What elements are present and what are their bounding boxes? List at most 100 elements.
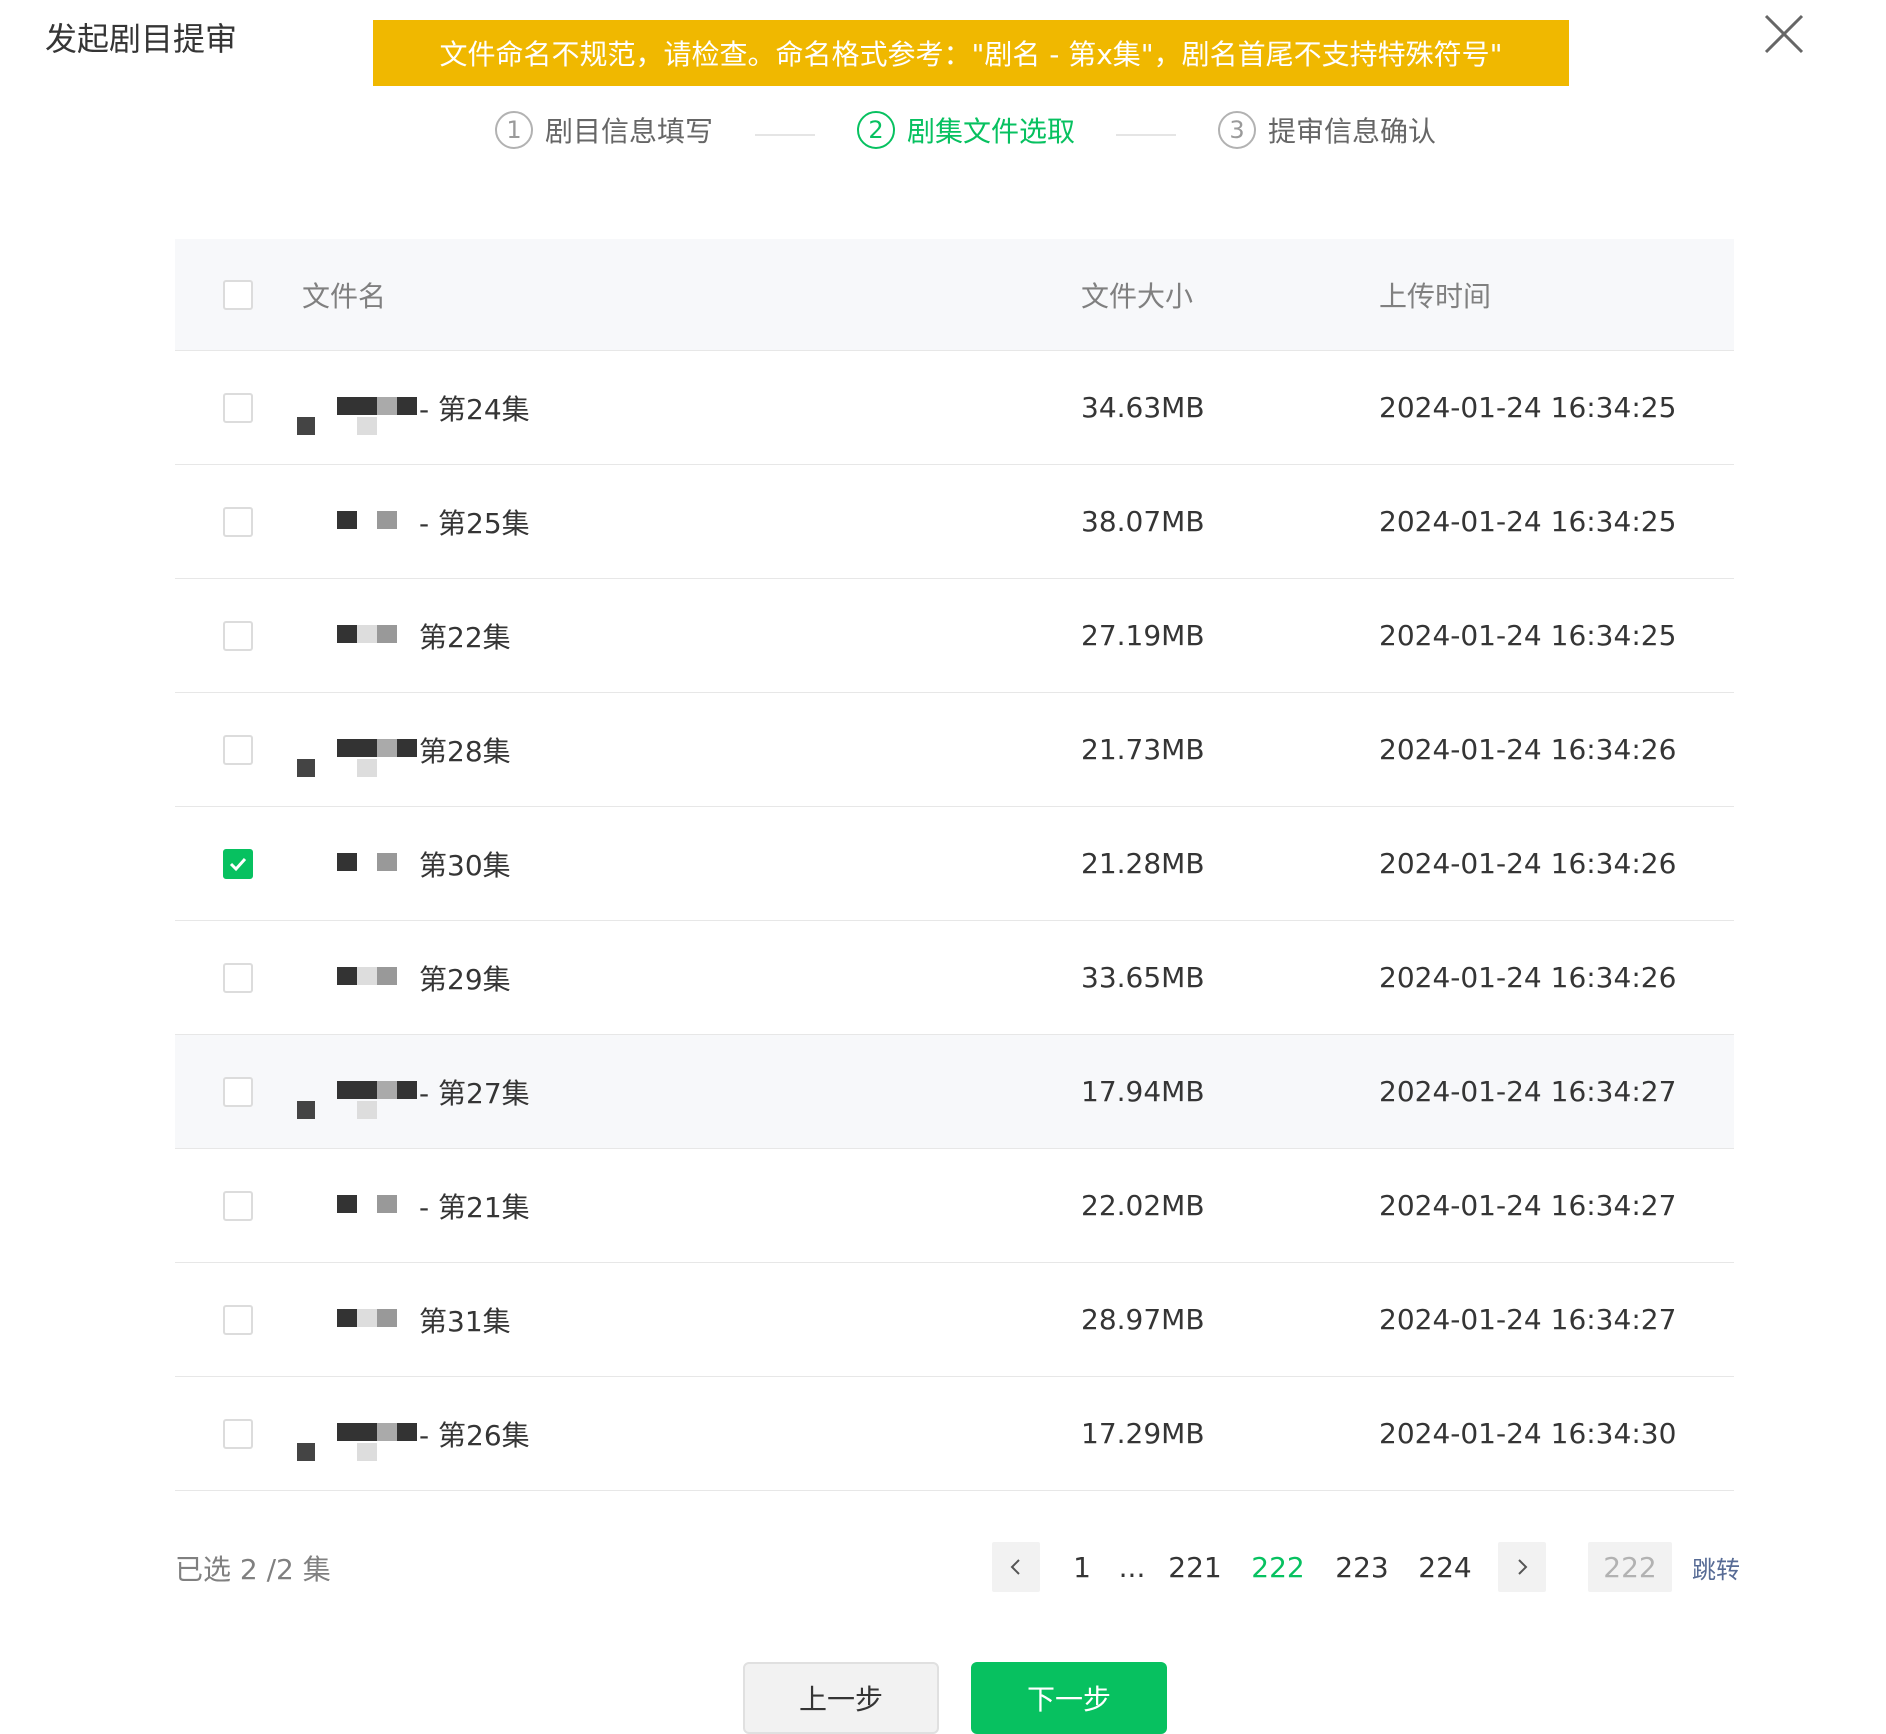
table-row[interactable]: 第22集 27.19MB 2024-01-24 16:34:25: [175, 579, 1734, 693]
file-name: - 第21集: [297, 1149, 530, 1262]
file-size: 17.29MB: [1081, 1417, 1205, 1450]
dialog-title: 发起剧目提审: [45, 20, 238, 58]
file-name: - 第27集: [297, 1035, 530, 1148]
file-size: 38.07MB: [1081, 505, 1205, 538]
select-all-checkbox[interactable]: [223, 279, 253, 310]
step-1-number: 1: [495, 111, 533, 149]
file-name: - 第24集: [297, 351, 530, 464]
prev-step-button[interactable]: 上一步: [743, 1662, 939, 1734]
episode-label: - 第25集: [419, 506, 530, 540]
upload-time: 2024-01-24 16:34:26: [1379, 733, 1677, 766]
file-size: 21.73MB: [1081, 733, 1205, 766]
table-row[interactable]: - 第21集 22.02MB 2024-01-24 16:34:27: [175, 1149, 1734, 1263]
header-filename: 文件名: [302, 279, 387, 313]
row-checkbox[interactable]: [223, 848, 253, 879]
page-221[interactable]: 221: [1165, 1542, 1225, 1592]
table-row[interactable]: - 第25集 38.07MB 2024-01-24 16:34:25: [175, 465, 1734, 579]
prev-page-button[interactable]: [992, 1542, 1040, 1592]
row-checkbox[interactable]: [223, 1418, 253, 1449]
episode-label: 第28集: [419, 734, 511, 768]
page-jump-button[interactable]: 跳转: [1686, 1542, 1746, 1592]
row-checkbox[interactable]: [223, 392, 253, 423]
step-3: 3 提审信息确认: [1218, 110, 1436, 150]
episode-label: - 第27集: [419, 1076, 530, 1110]
file-name: - 第25集: [297, 465, 530, 578]
next-step-button[interactable]: 下一步: [971, 1662, 1167, 1734]
file-name: 第30集: [297, 807, 511, 920]
upload-time: 2024-01-24 16:34:30: [1379, 1417, 1677, 1450]
file-size: 21.28MB: [1081, 847, 1205, 880]
file-size: 17.94MB: [1081, 1075, 1205, 1108]
episode-label: - 第26集: [419, 1418, 530, 1452]
table-row[interactable]: 第29集 33.65MB 2024-01-24 16:34:26: [175, 921, 1734, 1035]
checkmark-icon: [229, 857, 247, 871]
file-size: 22.02MB: [1081, 1189, 1205, 1222]
page-1[interactable]: 1: [1062, 1542, 1102, 1592]
redacted-title-image: [297, 953, 419, 1003]
page-224[interactable]: 224: [1415, 1542, 1475, 1592]
step-2: 2 剧集文件选取: [857, 110, 1075, 150]
close-icon: [1764, 14, 1804, 54]
redacted-title-image: [297, 725, 419, 777]
redacted-title-image: [297, 1295, 419, 1345]
upload-time: 2024-01-24 16:34:26: [1379, 961, 1677, 994]
table-row[interactable]: 第30集 21.28MB 2024-01-24 16:34:26: [175, 807, 1734, 921]
file-size: 28.97MB: [1081, 1303, 1205, 1336]
table-row[interactable]: - 第27集 17.94MB 2024-01-24 16:34:27: [175, 1035, 1734, 1149]
file-name: - 第26集: [297, 1377, 530, 1490]
step-divider: [755, 134, 815, 136]
close-button[interactable]: [1762, 12, 1806, 56]
file-name: 第28集: [297, 693, 511, 806]
table-row[interactable]: 第28集 21.73MB 2024-01-24 16:34:26: [175, 693, 1734, 807]
row-checkbox[interactable]: [223, 506, 253, 537]
step-1-label: 剧目信息填写: [545, 115, 714, 148]
file-name: 第31集: [297, 1263, 511, 1376]
page-jump-input[interactable]: 222: [1588, 1542, 1672, 1592]
step-2-number: 2: [857, 111, 895, 149]
row-checkbox[interactable]: [223, 620, 253, 651]
table-header: 文件名 文件大小 上传时间: [175, 239, 1734, 351]
redacted-title-image: [297, 839, 419, 889]
row-checkbox[interactable]: [223, 734, 253, 765]
episode-label: - 第24集: [419, 392, 530, 426]
selected-count: 已选 2 /2 集: [175, 1553, 331, 1586]
chevron-left-icon: [1010, 1559, 1020, 1575]
row-checkbox[interactable]: [223, 1304, 253, 1335]
step-3-number: 3: [1218, 111, 1256, 149]
row-checkbox[interactable]: [223, 1076, 253, 1107]
row-checkbox[interactable]: [223, 962, 253, 993]
table-row[interactable]: - 第24集 34.63MB 2024-01-24 16:34:25: [175, 351, 1734, 465]
redacted-title-image: [297, 1067, 419, 1119]
step-1: 1 剧目信息填写: [495, 110, 713, 150]
episode-label: - 第21集: [419, 1190, 530, 1224]
table-row[interactable]: 第31集 28.97MB 2024-01-24 16:34:27: [175, 1263, 1734, 1377]
table-row[interactable]: - 第26集 17.29MB 2024-01-24 16:34:30: [175, 1377, 1734, 1491]
redacted-title-image: [297, 497, 419, 547]
file-name: 第29集: [297, 921, 511, 1034]
row-checkbox[interactable]: [223, 1190, 253, 1221]
upload-time: 2024-01-24 16:34:26: [1379, 847, 1677, 880]
upload-time: 2024-01-24 16:34:27: [1379, 1189, 1677, 1222]
page-223[interactable]: 223: [1332, 1542, 1392, 1592]
redacted-title-image: [297, 611, 419, 661]
redacted-title-image: [297, 383, 419, 435]
episode-label: 第31集: [419, 1304, 511, 1338]
file-size: 33.65MB: [1081, 961, 1205, 994]
file-name: 第22集: [297, 579, 511, 692]
header-uploadtime: 上传时间: [1379, 279, 1492, 313]
episode-label: 第30集: [419, 848, 511, 882]
upload-time: 2024-01-24 16:34:27: [1379, 1303, 1677, 1336]
step-divider: [1116, 134, 1176, 136]
episode-label: 第22集: [419, 620, 511, 654]
page-ellipsis: ...: [1118, 1550, 1146, 1584]
redacted-title-image: [297, 1409, 419, 1461]
next-page-button[interactable]: [1498, 1542, 1546, 1592]
file-table: 文件名 文件大小 上传时间 - 第24集 34.63MB 2024-01-24 16…: [175, 239, 1734, 1491]
step-3-label: 提审信息确认: [1268, 115, 1437, 148]
episode-label: 第29集: [419, 962, 511, 996]
upload-time: 2024-01-24 16:34:25: [1379, 505, 1677, 538]
step-indicator: 1 剧目信息填写 2 剧集文件选取 3 提审信息确认: [0, 110, 1886, 160]
warning-banner: 文件命名不规范，请检查。命名格式参考："剧名 - 第x集"，剧名首尾不支持特殊符…: [373, 20, 1569, 86]
page-222-current[interactable]: 222: [1248, 1542, 1308, 1592]
upload-time: 2024-01-24 16:34:25: [1379, 619, 1677, 652]
